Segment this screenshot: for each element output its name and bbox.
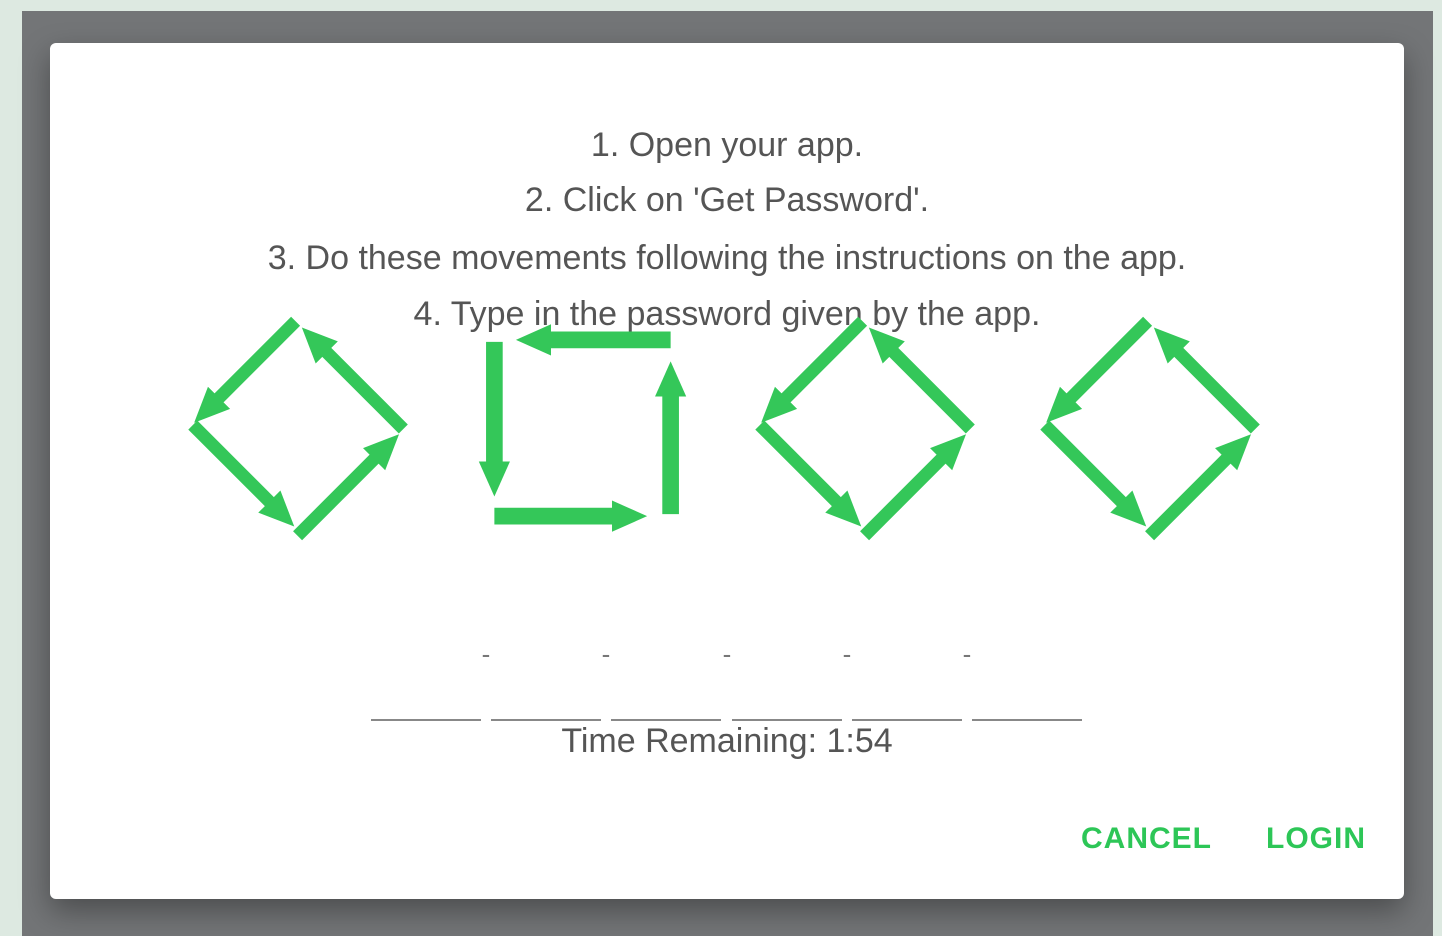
diamond-counterclockwise-icon bbox=[183, 308, 418, 548]
instruction-step-1: 1. Open your app. bbox=[590, 126, 864, 164]
password-digit-1[interactable] bbox=[371, 693, 481, 721]
password-digit-6[interactable] bbox=[972, 693, 1082, 721]
password-digit-5[interactable] bbox=[852, 693, 962, 721]
square-counterclockwise-icon bbox=[465, 308, 700, 548]
cancel-button[interactable]: CANCEL bbox=[1081, 819, 1212, 859]
code-separator: - bbox=[601, 639, 611, 669]
password-digit-3[interactable] bbox=[611, 693, 721, 721]
diamond-counterclockwise-icon bbox=[1035, 308, 1270, 548]
instruction-step-2: 2. Click on 'Get Password'. bbox=[524, 181, 930, 219]
code-separator: - bbox=[481, 639, 491, 669]
instruction-step-3: 3. Do these movements following the inst… bbox=[267, 239, 1187, 277]
code-separator: - bbox=[962, 639, 972, 669]
login-button[interactable]: LOGIN bbox=[1266, 819, 1366, 859]
password-dialog: 1. Open your app. 2. Click on 'Get Passw… bbox=[50, 43, 1404, 899]
code-separator: - bbox=[722, 639, 732, 669]
password-digit-2[interactable] bbox=[491, 693, 601, 721]
time-remaining: Time Remaining: 1:54 bbox=[561, 722, 893, 760]
code-separator: - bbox=[842, 639, 852, 669]
password-digit-4[interactable] bbox=[732, 693, 842, 721]
diamond-counterclockwise-icon bbox=[750, 308, 985, 548]
